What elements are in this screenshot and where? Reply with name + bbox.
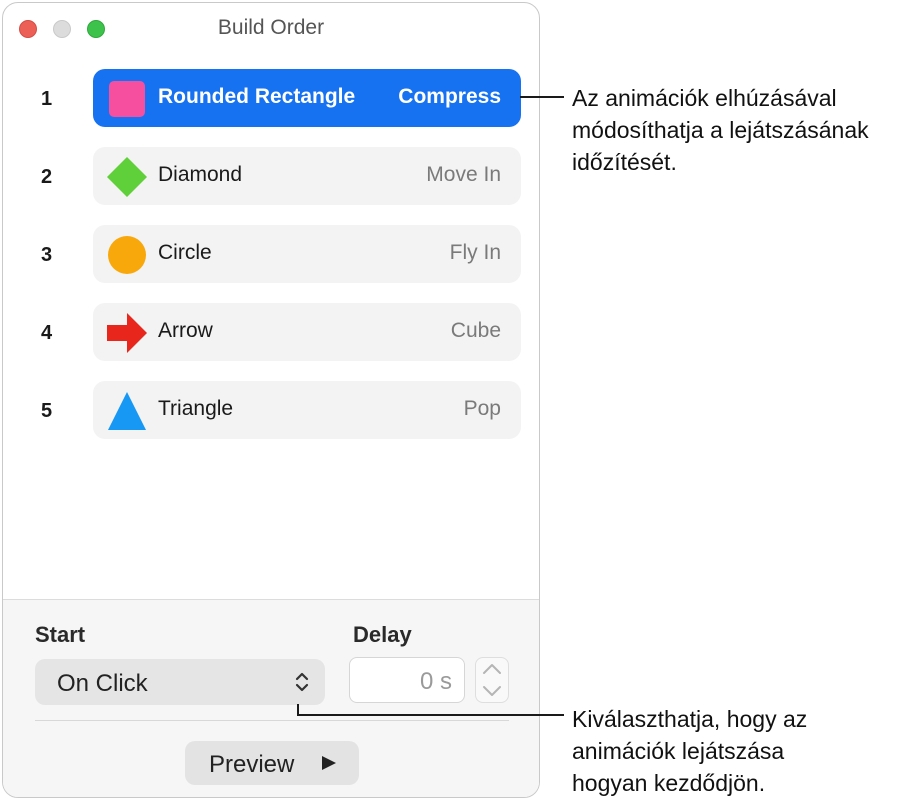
build-row-name: Diamond <box>158 163 243 186</box>
build-row-diamond[interactable]: Diamond Move In <box>93 147 521 205</box>
callout-top: Az animációk elhúzásával módosíthatja a … <box>572 82 869 178</box>
build-row-effect: Cube <box>450 319 501 342</box>
build-row-rounded-rectangle[interactable]: Rounded Rectangle Compress <box>93 69 521 127</box>
build-row-triangle[interactable]: Triangle Pop <box>93 381 521 439</box>
callout-bottom-line: hogyan kezdődjön. <box>572 770 766 796</box>
callout-line-bottom <box>297 714 564 716</box>
build-order-window: Build Order 1 Rounded Rectangle Compress… <box>2 2 540 798</box>
panel-separator <box>35 720 509 721</box>
delay-value: 0 s <box>419 668 452 695</box>
build-row-name: Rounded Rectangle <box>158 85 356 108</box>
triangle-icon <box>108 392 146 430</box>
title-bar: Build Order <box>3 3 539 53</box>
build-row-name: Arrow <box>158 319 213 342</box>
callout-line-top <box>520 96 564 98</box>
stepper-down-icon[interactable] <box>476 680 508 702</box>
preview-button[interactable]: Preview <box>185 741 359 785</box>
callout-top-line: időzítését. <box>572 149 677 175</box>
start-popup-button[interactable]: On Click <box>35 659 325 705</box>
build-number: 1 <box>41 88 53 110</box>
play-icon <box>322 756 336 770</box>
build-row-effect: Pop <box>463 397 501 420</box>
build-row-arrow[interactable]: Arrow Cube <box>93 303 521 361</box>
callout-bottom-line: Kiválaszthatja, hogy az <box>572 706 808 732</box>
start-popup-value: On Click <box>57 670 148 697</box>
build-row-effect: Move In <box>426 163 501 186</box>
build-row-effect: Compress <box>398 85 501 108</box>
callout-top-line: Az animációk elhúzásával <box>572 85 837 111</box>
build-number: 5 <box>41 400 53 422</box>
diamond-icon <box>107 157 147 197</box>
rounded-square-icon <box>109 81 145 117</box>
arrow-icon <box>107 313 147 353</box>
build-row-circle[interactable]: Circle Fly In <box>93 225 521 283</box>
delay-label: Delay <box>353 622 412 647</box>
callout-bottom: Kiválaszthatja, hogy az animációk lejáts… <box>572 703 807 799</box>
callout-bottom-line: animációk lejátszása <box>572 738 785 764</box>
window-title: Build Order <box>217 16 325 39</box>
build-number: 3 <box>41 244 53 266</box>
build-row-name: Circle <box>158 241 212 264</box>
start-label: Start <box>35 622 86 647</box>
build-number: 2 <box>41 166 53 188</box>
circle-icon <box>108 236 146 274</box>
delay-field[interactable]: 0 s <box>349 657 465 703</box>
delay-stepper[interactable] <box>475 657 509 703</box>
chevron-up-down-icon <box>295 672 309 692</box>
build-row-name: Triangle <box>158 397 234 420</box>
stepper-up-icon[interactable] <box>476 658 508 680</box>
callout-top-line: módosíthatja a lejátszásának <box>572 117 869 143</box>
stage: Build Order 1 Rounded Rectangle Compress… <box>0 0 916 804</box>
build-number: 4 <box>41 322 53 344</box>
preview-button-label: Preview <box>209 751 295 778</box>
build-row-effect: Fly In <box>449 241 501 264</box>
